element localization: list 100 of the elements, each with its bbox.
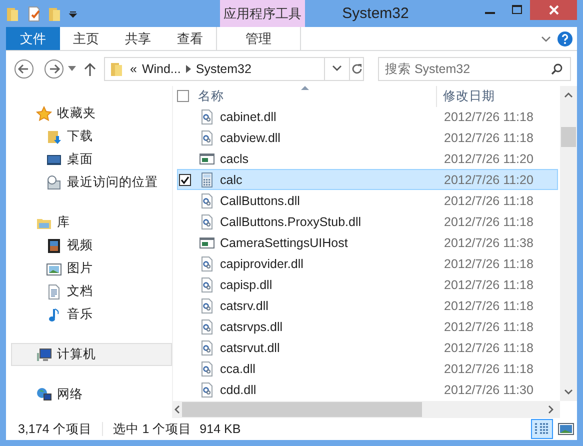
file-row[interactable]: capisp.dll 2012/7/26 11:18 (177, 274, 558, 295)
modified-date: 2012/7/26 11:18 (444, 298, 534, 312)
file-name: cca.dll (220, 362, 256, 376)
modified-date: 2012/7/26 11:18 (444, 256, 534, 270)
folder-icon (47, 6, 63, 22)
refresh-button[interactable] (350, 56, 364, 80)
selection-count: 选中 1 个项目 (112, 420, 192, 438)
navigation-item[interactable]: 视频 (11, 234, 172, 257)
scroll-up-icon[interactable] (564, 92, 573, 98)
modified-date: 2012/7/26 11:18 (444, 362, 534, 376)
file-row[interactable]: cacls 2012/7/26 11:20 (177, 148, 558, 169)
navigation-item[interactable]: 网络 (11, 383, 172, 406)
file-name: CameraSettingsUIHost (220, 236, 349, 250)
file-row[interactable]: CallButtons.ProxyStub.dll 2012/7/26 11:18 (177, 211, 558, 232)
file-row[interactable]: catsrvut.dll 2012/7/26 11:18 (177, 337, 558, 358)
picture-icon[interactable] (558, 423, 574, 435)
scroll-left-icon[interactable] (174, 405, 180, 414)
gear-file-icon (199, 214, 215, 230)
close-icon[interactable] (548, 5, 558, 15)
select-all-checkbox[interactable] (177, 90, 189, 102)
star-icon (36, 106, 52, 122)
modified-date: 2012/7/26 11:38 (444, 236, 534, 250)
file-name: CallButtons.dll (220, 194, 301, 208)
film-icon (46, 238, 62, 254)
navigation-item[interactable]: 下载 (11, 125, 172, 148)
modified-date: 2012/7/26 11:18 (444, 278, 534, 292)
gear-file-icon (199, 382, 215, 398)
details-list-icon[interactable] (535, 423, 549, 435)
program-window-icon (199, 234, 215, 250)
navigation-item[interactable]: 图片 (11, 257, 172, 280)
file-name: cdd.dll (220, 382, 258, 396)
file-row[interactable]: capiprovider.dll 2012/7/26 11:18 (177, 253, 558, 274)
modified-date: 2012/7/26 11:18 (444, 194, 534, 208)
modified-date: 2012/7/26 11:18 (444, 110, 534, 124)
gear-file-icon (199, 340, 215, 356)
navigation-item[interactable]: 文档 (11, 280, 172, 303)
file-name: cabinet.dll (220, 110, 278, 124)
back-button[interactable] (14, 58, 34, 78)
column-header[interactable]: 名称 (198, 88, 436, 104)
download-folder-icon (46, 128, 62, 144)
recent-locations-button[interactable] (68, 66, 76, 72)
navigation-item[interactable]: 音乐 (11, 303, 172, 326)
file-row[interactable]: cabview.dll 2012/7/26 11:18 (177, 127, 558, 148)
overflow-chevron[interactable]: « (130, 62, 137, 76)
address-bar[interactable]: « Wind... System32 (104, 56, 350, 80)
folder-icon (109, 60, 125, 76)
maximize-icon[interactable] (512, 5, 522, 15)
file-name: catsrvut.dll (220, 340, 281, 354)
file-row[interactable]: cdd.dll 2012/7/26 11:30 (177, 379, 558, 400)
breadcrumb[interactable]: Wind... (142, 62, 181, 76)
window-title: System32 (341, 4, 410, 24)
gear-file-icon (199, 130, 215, 146)
file-row[interactable]: catsrvps.dll 2012/7/26 11:18 (177, 316, 558, 337)
close-button[interactable] (530, 0, 577, 20)
file-name: cabview.dll (220, 130, 282, 144)
document-check-icon (26, 6, 42, 22)
horizontal-scrollbar[interactable] (173, 401, 560, 418)
breadcrumb[interactable]: System32 (196, 62, 252, 76)
scroll-thumb[interactable] (561, 127, 576, 147)
gear-file-icon (199, 318, 215, 334)
file-row[interactable]: cca.dll 2012/7/26 11:18 (177, 358, 558, 379)
search-field[interactable]: 搜索 System32 (378, 56, 571, 80)
breadcrumb-arrow-icon[interactable] (186, 64, 191, 72)
vertical-scrollbar[interactable] (560, 86, 577, 401)
item-count: 3,174 个项目 (18, 420, 92, 438)
scroll-right-icon[interactable] (548, 405, 554, 414)
file-name: capiprovider.dll (220, 256, 304, 270)
modified-date: 2012/7/26 11:18 (444, 340, 534, 354)
navigation-item[interactable]: 计算机 (11, 343, 172, 366)
row-checkbox[interactable] (179, 174, 191, 186)
search-icon[interactable] (551, 62, 563, 74)
computer-icon (36, 346, 52, 362)
ribbon-tab[interactable]: 管理 (216, 27, 301, 50)
scroll-thumb[interactable] (182, 402, 422, 417)
column-header[interactable]: 修改日期 (443, 88, 495, 104)
file-row[interactable]: CameraSettingsUIHost 2012/7/26 11:38 (177, 232, 558, 253)
file-name: CallButtons.ProxyStub.dll (220, 214, 362, 228)
file-name: capisp.dll (220, 278, 274, 292)
modified-date: 2012/7/26 11:20 (444, 172, 534, 186)
up-button[interactable] (84, 62, 96, 76)
navigation-item[interactable]: 库 (11, 211, 172, 234)
forward-button[interactable] (44, 58, 64, 78)
contextual-tab-group: 应用程序工具 (220, 0, 305, 27)
file-row[interactable]: CallButtons.dll 2012/7/26 11:18 (177, 190, 558, 211)
file-row[interactable]: catsrv.dll 2012/7/26 11:18 (177, 295, 558, 316)
chevron-down-icon[interactable] (332, 65, 342, 72)
navigation-item[interactable]: 桌面 (11, 148, 172, 171)
gear-file-icon (199, 256, 215, 272)
chevron-down-icon[interactable] (541, 34, 551, 42)
refresh-icon[interactable] (350, 62, 362, 74)
navigation-item[interactable]: 最近访问的位置 (11, 171, 172, 194)
gear-file-icon (199, 360, 215, 376)
file-row[interactable]: cabinet.dll 2012/7/26 11:18 (177, 106, 558, 127)
navigation-item[interactable]: 收藏夹 (11, 102, 172, 125)
details-view-button[interactable] (531, 419, 553, 439)
program-window-icon (199, 150, 215, 166)
scroll-down-icon[interactable] (564, 389, 573, 395)
ribbon-tab[interactable]: 文件 (6, 27, 60, 50)
file-row[interactable]: calc 2012/7/26 11:20 (177, 169, 558, 190)
recent-places-icon (46, 174, 62, 190)
